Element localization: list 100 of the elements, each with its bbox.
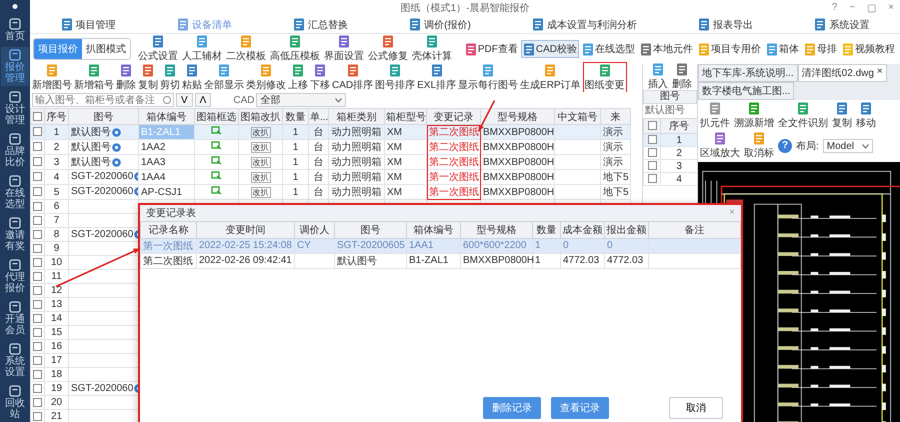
- module-tab[interactable]: 成本设置与利润分析: [532, 18, 638, 32]
- module-tab[interactable]: 汇总替换: [292, 18, 348, 32]
- column-header[interactable]: 箱体编号: [406, 221, 460, 238]
- sidebar-item[interactable]: 报价管理: [1, 47, 29, 86]
- checkbox[interactable]: [33, 172, 42, 182]
- file-tab[interactable]: 地下车库-系统说明...: [698, 64, 798, 82]
- toolbar-button[interactable]: 生成ERP订单: [520, 64, 581, 92]
- column-header[interactable]: 序号: [44, 108, 68, 124]
- file-tab[interactable]: 清洋图纸02.dwg ×: [798, 64, 887, 82]
- column-header[interactable]: 型号规格: [460, 221, 532, 238]
- toolbar-button[interactable]: 壳体计算: [411, 35, 453, 63]
- sidebar-item[interactable]: 开通会员: [1, 299, 29, 338]
- search-nav-button[interactable]: V: [176, 93, 193, 107]
- toolbar-button[interactable]: 显示每行图号: [458, 64, 518, 92]
- toolbar-button[interactable]: 插入: [648, 63, 668, 91]
- window-control[interactable]: ×: [888, 2, 894, 14]
- frame-select-icon[interactable]: [211, 126, 222, 135]
- toolbar-button[interactable]: 母排: [802, 40, 839, 58]
- module-tab[interactable]: 调价(报价): [409, 18, 471, 32]
- toolbar-button[interactable]: 项目专用价: [696, 40, 763, 58]
- checkbox[interactable]: [33, 202, 42, 211]
- column-header[interactable]: 序号: [660, 118, 698, 134]
- checkbox[interactable]: [33, 398, 42, 407]
- module-tab[interactable]: 报表导出: [698, 18, 754, 32]
- modify-button[interactable]: 改扒: [250, 156, 270, 168]
- sidebar-item[interactable]: 在线选型: [1, 173, 29, 212]
- checkbox[interactable]: [33, 142, 42, 152]
- toolbar-button[interactable]: 在线选型: [580, 40, 637, 58]
- frame-select-icon[interactable]: [211, 171, 222, 180]
- column-header[interactable]: 图号: [68, 108, 138, 124]
- toolbar-button[interactable]: 图纸变更: [584, 64, 625, 92]
- toolbar-button[interactable]: 删除: [116, 64, 136, 92]
- toolbar-button[interactable]: 删除: [672, 63, 692, 91]
- toolbar-button[interactable]: 溯源新增: [734, 102, 774, 130]
- clear-icon[interactable]: [163, 96, 171, 104]
- checkbox[interactable]: [33, 244, 42, 253]
- window-control[interactable]: −: [849, 2, 856, 14]
- toolbar-button[interactable]: 二次模板: [225, 35, 267, 63]
- checkbox[interactable]: [33, 258, 42, 267]
- checkbox[interactable]: [33, 370, 42, 379]
- column-header[interactable]: 图号: [643, 90, 697, 104]
- toolbar-button[interactable]: 粘贴: [182, 64, 202, 92]
- toolbar-button[interactable]: 新增图号: [32, 64, 72, 92]
- column-header[interactable]: 来: [600, 108, 630, 124]
- toolbar-button[interactable]: 移动: [856, 102, 876, 130]
- column-header[interactable]: 数量: [282, 108, 308, 124]
- dialog-button[interactable]: 取消: [669, 396, 723, 418]
- column-header[interactable]: 记录名称: [140, 221, 196, 238]
- modify-button[interactable]: 改扒: [250, 172, 270, 182]
- toolbar-button[interactable]: CAD排序: [332, 64, 374, 92]
- column-header[interactable]: 图箱改扒: [238, 108, 282, 124]
- toolbar-button[interactable]: 复制: [832, 102, 852, 130]
- toolbar-button[interactable]: PDF查看: [462, 40, 520, 58]
- toolbar-button[interactable]: 扒元件: [700, 102, 730, 130]
- toolbar-button[interactable]: 公式设置: [137, 35, 179, 63]
- checkbox[interactable]: [33, 384, 42, 393]
- toolbar-button[interactable]: 全部显示: [204, 64, 244, 92]
- column-header[interactable]: 变更记录: [426, 108, 480, 124]
- sidebar-item[interactable]: 回收站: [1, 383, 29, 422]
- column-header[interactable]: 中文箱号: [554, 108, 600, 124]
- checkbox[interactable]: [33, 328, 42, 337]
- checkbox[interactable]: [33, 412, 42, 421]
- frame-select-icon[interactable]: [211, 156, 222, 165]
- search-field[interactable]: 输入图号、箱柜号或者备注: [32, 93, 174, 107]
- column-header[interactable]: 箱柜型号: [384, 108, 426, 124]
- checkbox[interactable]: [33, 272, 42, 281]
- checkbox[interactable]: [648, 135, 657, 144]
- column-header[interactable]: 成本金额: [560, 221, 604, 238]
- checkbox[interactable]: [648, 148, 657, 158]
- checkbox[interactable]: [33, 286, 42, 295]
- checkbox[interactable]: [33, 187, 42, 196]
- modify-button[interactable]: 改扒: [250, 142, 270, 152]
- checkbox[interactable]: [33, 127, 42, 136]
- column-header[interactable]: 报出金额: [604, 221, 648, 238]
- column-header[interactable]: 单...: [308, 108, 328, 124]
- toolbar-button[interactable]: 复制: [138, 64, 158, 92]
- toolbar-button[interactable]: 本地元件: [638, 40, 695, 58]
- cad-filter-dropdown[interactable]: 全部: [256, 93, 346, 107]
- toolbar-button[interactable]: 上移: [288, 64, 308, 92]
- checkbox[interactable]: [33, 314, 42, 323]
- sidebar-item[interactable]: 邀请有奖: [1, 215, 29, 254]
- modify-button[interactable]: 改扒: [250, 126, 270, 138]
- toolbar-button[interactable]: EXL排序: [417, 64, 456, 92]
- toolbar-button[interactable]: 取消标: [744, 132, 774, 160]
- help-button[interactable]: ?: [778, 139, 792, 153]
- column-header[interactable]: 数量: [532, 221, 560, 238]
- checkbox[interactable]: [33, 112, 42, 121]
- toolbar-button[interactable]: 视频教程: [840, 40, 897, 58]
- checkbox[interactable]: [33, 230, 42, 239]
- module-tab[interactable]: 系统设置: [814, 18, 870, 32]
- toolbar-button[interactable]: 类别修改: [246, 64, 286, 92]
- toolbar-button[interactable]: 新增箱号: [74, 64, 114, 92]
- sidebar-item[interactable]: 首页: [1, 16, 29, 44]
- window-control[interactable]: ▢: [867, 2, 876, 14]
- toolbar-button[interactable]: 下移: [310, 64, 330, 92]
- toolbar-button[interactable]: 人工辅材: [181, 35, 223, 63]
- checkbox[interactable]: [648, 121, 657, 130]
- frame-select-icon[interactable]: [211, 141, 222, 150]
- checkbox[interactable]: [33, 216, 42, 225]
- sidebar-item[interactable]: 系统设置: [1, 341, 29, 380]
